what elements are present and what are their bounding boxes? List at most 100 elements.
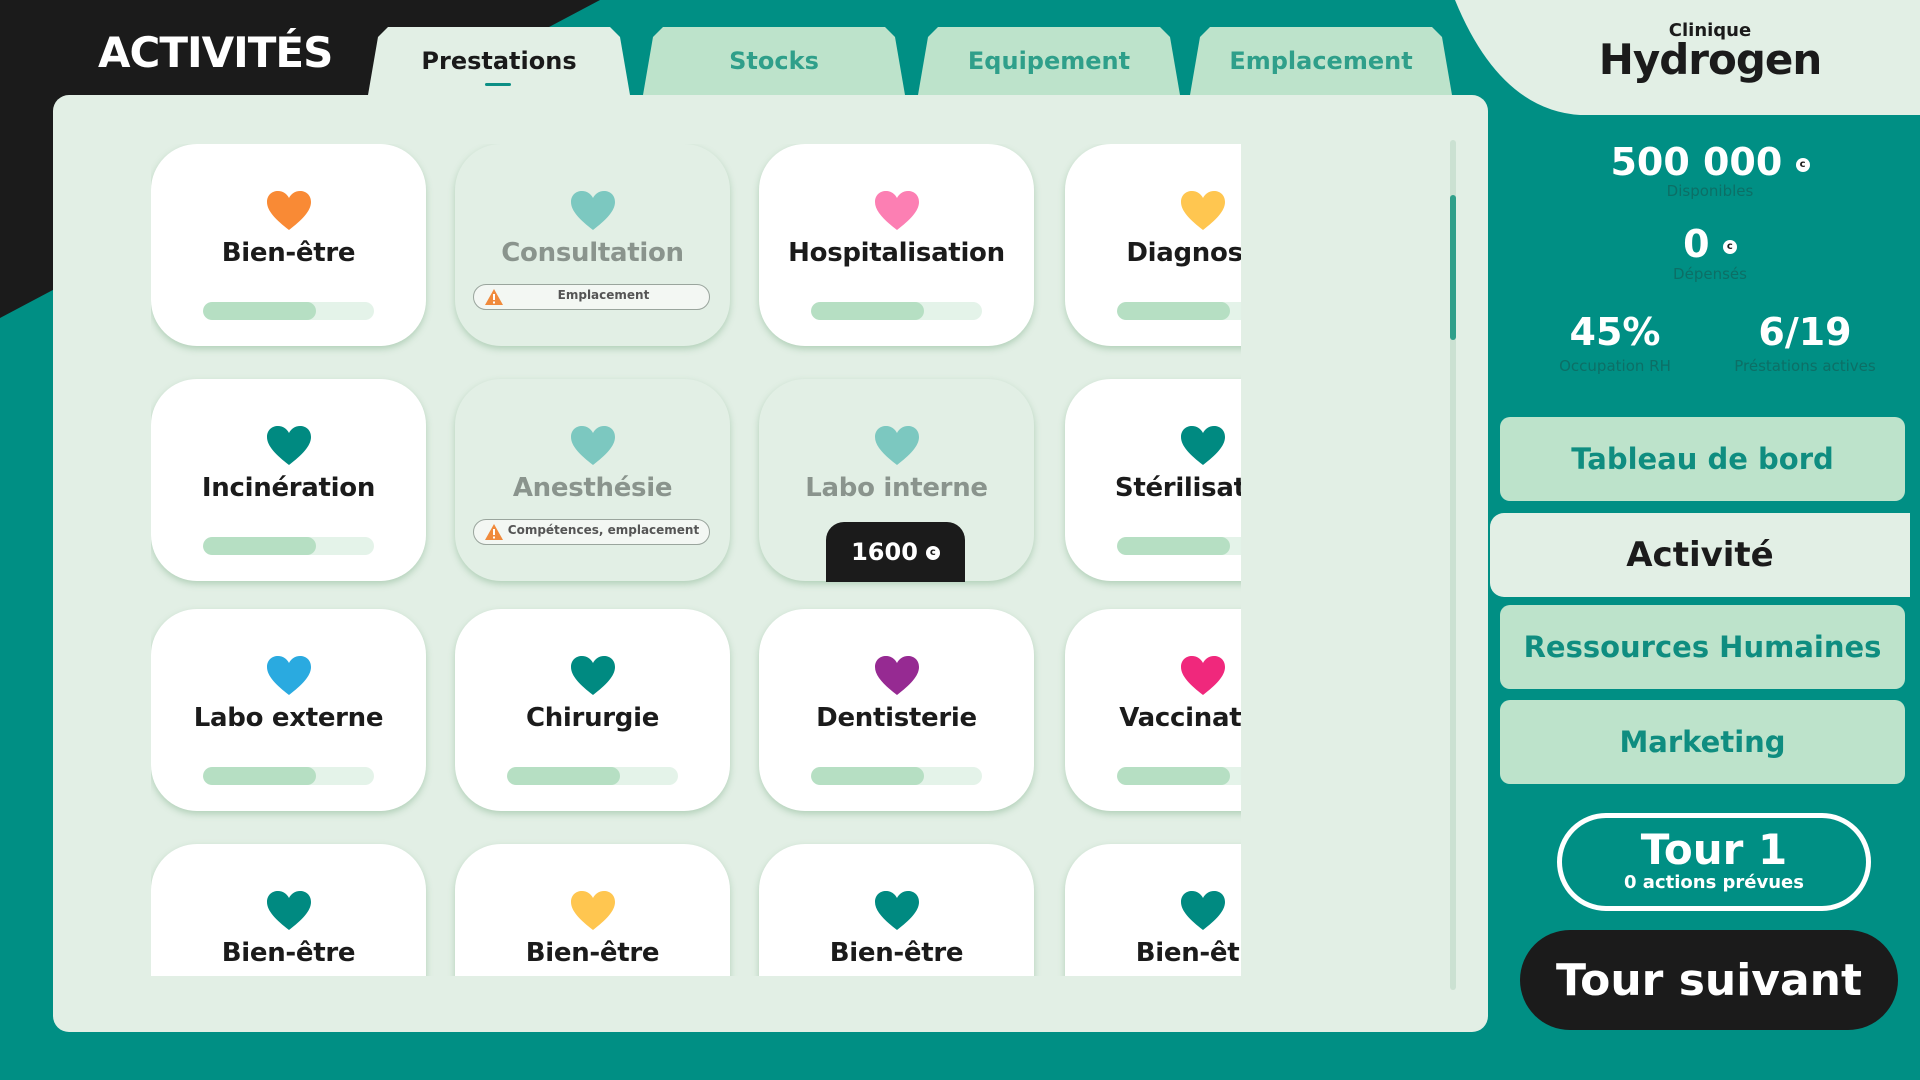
service-name: Bien-être [1135,938,1241,968]
services-panel: Bien-être Consultation Emplacement Hospital… [53,95,1488,1032]
service-name: Bien-être [221,938,356,968]
service-name: Incinération [201,473,376,503]
service-progress-bar [811,767,982,785]
coin-icon: c [1722,239,1737,254]
service-progress-bar [1117,537,1241,555]
service-progress-bar [811,302,982,320]
tab-emplacement[interactable]: Emplacement [1190,27,1452,95]
tab-bar: Prestations Stocks Equipement Emplacemen… [368,27,1460,95]
progress-fill [203,302,316,320]
service-name: Anesthésie [512,473,673,503]
service-progress-bar [203,767,374,785]
available-value: 500 000 [1610,140,1783,184]
service-card[interactable]: Stérilisation [1065,379,1241,581]
occupation-value: 45% [1569,310,1661,354]
heart-icon [571,426,615,465]
service-card[interactable]: Bien-être [151,144,426,346]
service-progress-bar [1117,767,1241,785]
brand-name: Hydrogen [1598,35,1823,84]
active-services-value: 6/19 [1758,310,1852,354]
service-card[interactable]: Vaccination [1065,609,1241,811]
heart-icon [571,191,615,230]
progress-fill [203,767,316,785]
service-card[interactable]: Bien-être [1065,844,1241,976]
available-funds: 500 000 c [1600,140,1820,184]
service-name: Hospitalisation [788,238,1005,268]
heart-icon [571,656,615,695]
warning-text: Emplacement [557,288,650,302]
service-card[interactable]: Dentisterie [759,609,1034,811]
heart-icon [1181,891,1225,930]
warning-icon [485,524,503,540]
scrollbar[interactable] [1450,140,1456,990]
service-progress-bar [507,767,678,785]
warning-text: Compétences, emplacement [507,523,700,537]
service-card[interactable]: Bien-être [455,844,730,976]
next-turn-button[interactable]: Tour suivant [1520,930,1898,1030]
heart-icon [875,426,919,465]
progress-fill [1117,537,1230,555]
turn-indicator: Tour 1 0 actions prévues [1557,813,1871,911]
nav-marketing-button[interactable]: Marketing [1500,700,1905,784]
service-name: Vaccination [1119,703,1241,733]
heart-icon [267,426,311,465]
service-progress-bar [203,302,374,320]
progress-fill [1117,302,1230,320]
service-name: Bien-être [525,938,660,968]
turn-title: Tour 1 [1640,825,1788,874]
service-card[interactable]: Bien-être [759,844,1034,976]
spent-value: 0 [1683,222,1710,266]
service-progress-bar [203,537,374,555]
service-card[interactable]: Anesthésie Compétences, emplacement [455,379,730,581]
clinic-brand: Clinique Hydrogen [1580,20,1840,84]
heart-icon [1181,426,1225,465]
progress-fill [811,767,924,785]
tab-label: Prestations [421,47,577,75]
nav-dashboard-button[interactable]: Tableau de bord [1500,417,1905,501]
progress-fill [507,767,620,785]
requirement-warning: Emplacement [473,284,710,310]
service-progress-bar [1117,302,1241,320]
service-card[interactable]: Diagnostic [1065,144,1241,346]
heart-icon [267,891,311,930]
tab-label: Stocks [729,47,819,75]
service-name: Labo externe [193,703,384,733]
service-card[interactable]: Incinération [151,379,426,581]
nav-activity-button[interactable]: Activité [1490,513,1910,597]
service-name: Consultation [501,238,684,268]
coin-icon: c [1795,157,1810,172]
service-card[interactable]: Labo externe [151,609,426,811]
nav-hr-button[interactable]: Ressources Humaines [1500,605,1905,689]
tab-equipement[interactable]: Equipement [918,27,1180,95]
tab-prestations[interactable]: Prestations [368,27,630,95]
tab-label: Emplacement [1229,47,1413,75]
heart-icon [267,191,311,230]
cost-value: 1600 [851,538,918,566]
service-card[interactable]: Hospitalisation [759,144,1034,346]
heart-icon [875,891,919,930]
service-cards-grid: Bien-être Consultation Emplacement Hospital… [151,144,1241,976]
service-card[interactable]: Bien-être [151,844,426,976]
service-name: Dentisterie [816,703,977,733]
spent-label: Dépensés [1673,265,1747,283]
service-name: Bien-être [829,938,964,968]
scrollbar-thumb[interactable] [1450,195,1456,340]
tab-label: Equipement [967,47,1131,75]
service-name: Stérilisation [1114,473,1241,503]
progress-fill [1117,767,1230,785]
tab-stocks[interactable]: Stocks [643,27,905,95]
service-card[interactable]: Consultation Emplacement [455,144,730,346]
service-name: Labo interne [805,473,988,503]
active-services-label: Préstations actives [1734,357,1876,375]
cost-badge: 1600 c [826,522,965,582]
available-label: Disponibles [1666,182,1754,200]
heart-icon [875,656,919,695]
service-name: Chirurgie [525,703,660,733]
heart-icon [267,656,311,695]
service-card[interactable]: Labo interne 1600 c [759,379,1034,582]
service-name: Bien-être [221,238,356,268]
spent-funds: 0 c [1600,222,1820,266]
service-card[interactable]: Chirurgie [455,609,730,811]
coin-icon: c [925,546,940,560]
progress-fill [811,302,924,320]
